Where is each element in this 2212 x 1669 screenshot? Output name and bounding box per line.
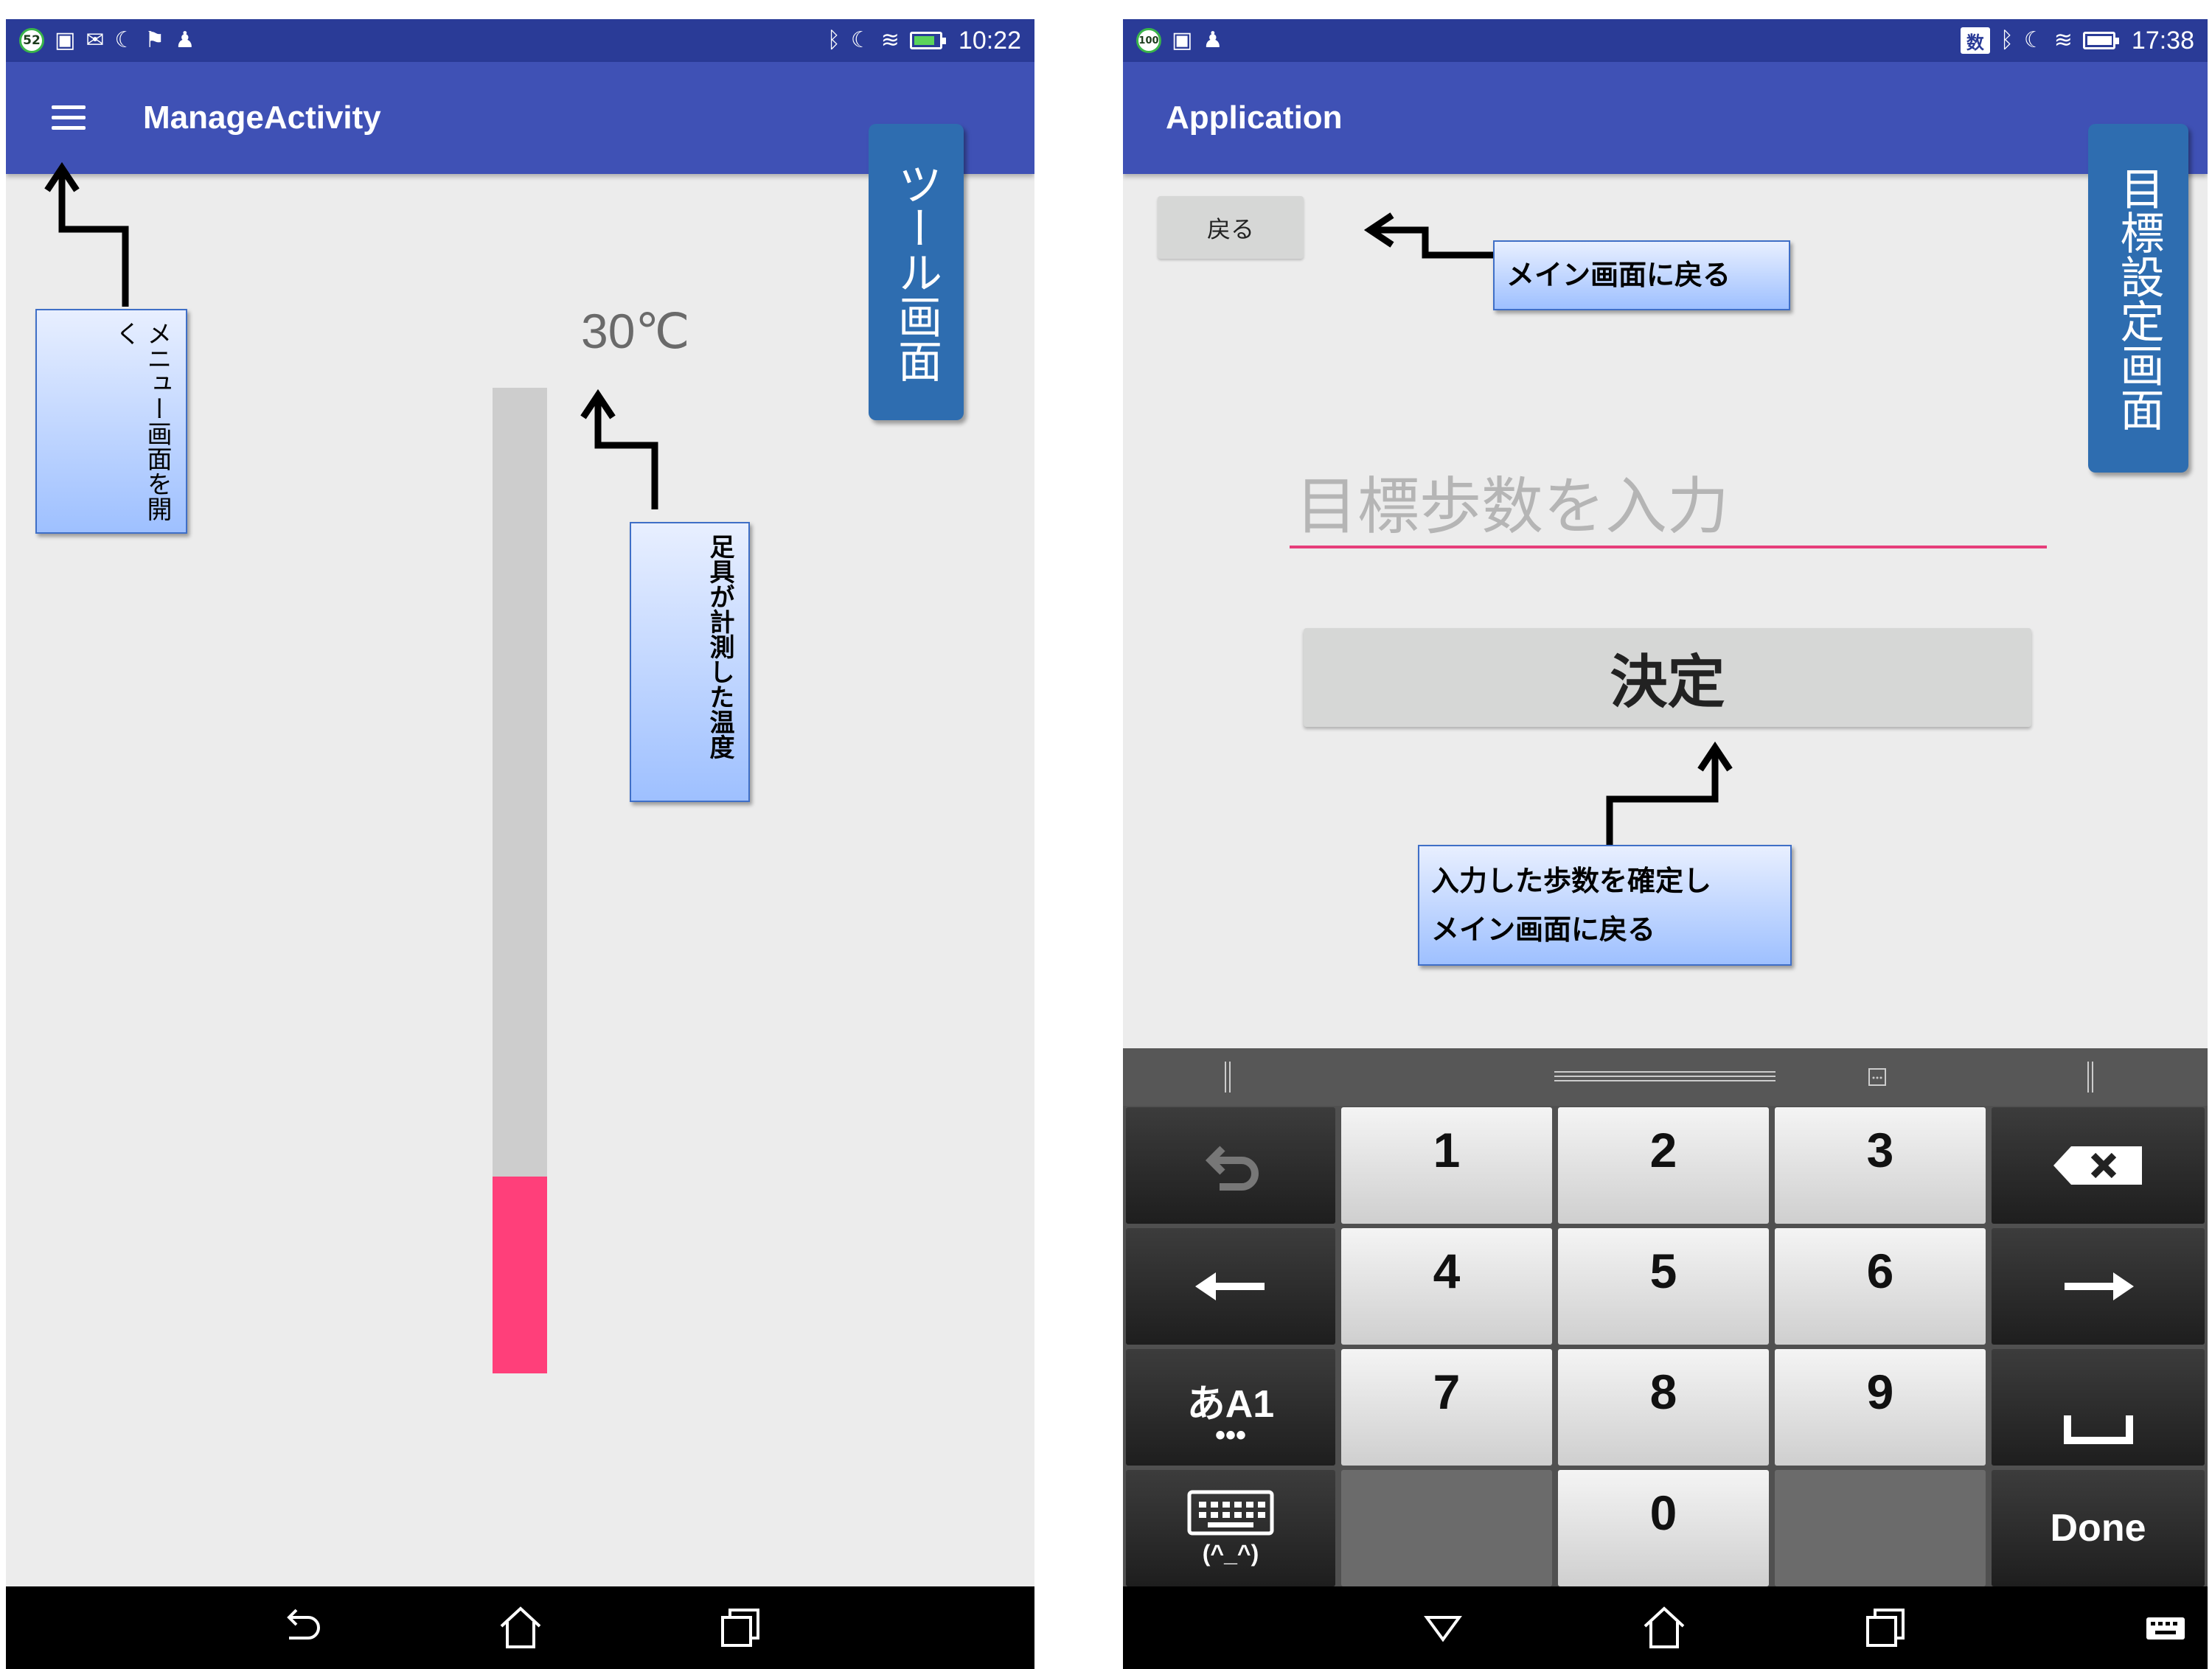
temperature-callout: 足具が計測した温度 bbox=[630, 522, 750, 802]
android-icon: ♟ bbox=[175, 27, 195, 53]
temperature-readout: 30℃ bbox=[581, 304, 690, 358]
space-key[interactable] bbox=[1992, 1349, 2205, 1466]
right-arrow-icon bbox=[2064, 1272, 2134, 1300]
key-3[interactable]: 3 bbox=[1775, 1107, 1986, 1224]
more-dots-icon: ••• bbox=[1214, 1418, 1246, 1452]
confirm-callout-line1: 入力した歩数を確定し bbox=[1431, 865, 1712, 897]
key-7[interactable]: 7 bbox=[1341, 1349, 1552, 1466]
wifi-icon: ≋ bbox=[2053, 27, 2073, 53]
screen-label: 目標設定画面 bbox=[2088, 124, 2188, 473]
keyboard-icon[interactable] bbox=[2140, 1603, 2191, 1653]
keyboard-menu-icon[interactable] bbox=[1868, 1067, 1887, 1087]
backspace-key[interactable] bbox=[1992, 1107, 2205, 1224]
key-1[interactable]: 1 bbox=[1341, 1107, 1552, 1224]
key-2[interactable]: 2 bbox=[1558, 1107, 1769, 1224]
app-title: Application bbox=[1166, 100, 1343, 136]
navigation-bar bbox=[1123, 1586, 2208, 1669]
backspace-icon bbox=[2053, 1146, 2142, 1185]
moon-icon: ☾ bbox=[114, 27, 135, 53]
blank-key bbox=[1341, 1470, 1552, 1586]
confirm-callout: 入力した歩数を確定し メイン画面に戻る bbox=[1418, 845, 1792, 966]
menu-callout: メニュー画面を開く bbox=[35, 309, 187, 534]
keyboard-toolbar bbox=[1123, 1048, 2208, 1106]
input-mode-key[interactable]: あA1 ••• bbox=[1126, 1349, 1335, 1466]
status-time: 10:22 bbox=[958, 26, 1021, 55]
space-icon bbox=[2063, 1415, 2133, 1444]
temperature-bar bbox=[493, 388, 547, 1373]
bluetooth-icon: ᛒ bbox=[2000, 27, 2014, 53]
flag-icon: ⚑ bbox=[145, 27, 165, 53]
recents-icon[interactable] bbox=[1860, 1603, 1910, 1653]
status-bar: 100 ▣ ♟ 数 ᛒ ☾ ≋ 17:38 bbox=[1123, 19, 2208, 62]
moon-icon: ☾ bbox=[850, 27, 871, 53]
keyboard-mode-indicator: 数 bbox=[1960, 27, 1990, 54]
keyboard-emoji-icon bbox=[1187, 1490, 1274, 1535]
blank-key bbox=[1775, 1470, 1986, 1586]
cursor-left-key[interactable] bbox=[1126, 1228, 1335, 1345]
target-steps-input[interactable] bbox=[1290, 467, 2047, 548]
battery-icon bbox=[2082, 32, 2119, 49]
numeric-keyboard: 1 2 3 4 5 6 あA1 ••• 7 8 9 (^_^) 0 Done bbox=[1123, 1048, 2208, 1586]
notification-count-badge: 52 bbox=[19, 28, 44, 53]
key-5[interactable]: 5 bbox=[1558, 1228, 1769, 1345]
undo-icon bbox=[1205, 1146, 1259, 1191]
image-icon: ▣ bbox=[55, 27, 76, 53]
android-icon: ♟ bbox=[1203, 27, 1223, 53]
key-6[interactable]: 6 bbox=[1775, 1228, 1986, 1345]
mail-icon: ✉ bbox=[86, 27, 105, 53]
left-arrow-icon bbox=[1195, 1272, 1265, 1300]
navigation-bar bbox=[6, 1586, 1034, 1669]
cursor-right-key[interactable] bbox=[1992, 1228, 2205, 1345]
screen-label: ツール画面 bbox=[869, 124, 964, 420]
goal-setting-screen: 100 ▣ ♟ 数 ᛒ ☾ ≋ 17:38 Application 目標設定画面… bbox=[1123, 19, 2208, 1669]
back-triangle-icon[interactable] bbox=[1418, 1603, 1468, 1653]
back-icon[interactable] bbox=[276, 1603, 326, 1653]
tool-screen: 52 ▣ ✉ ☾ ⚑ ♟ ᛒ ☾ ≋ 10:22 ManageActivity … bbox=[6, 19, 1034, 1669]
key-0[interactable]: 0 bbox=[1558, 1470, 1769, 1586]
image-icon: ▣ bbox=[1172, 27, 1193, 53]
moon-icon: ☾ bbox=[2023, 27, 2044, 53]
key-8[interactable]: 8 bbox=[1558, 1349, 1769, 1466]
notification-count-badge: 100 bbox=[1136, 28, 1161, 53]
app-bar: Application bbox=[1123, 62, 2208, 174]
hamburger-icon[interactable] bbox=[52, 103, 86, 133]
resize-handle-icon[interactable] bbox=[2083, 1057, 2098, 1097]
emoticon-label: (^_^) bbox=[1202, 1539, 1259, 1567]
home-icon[interactable] bbox=[1639, 1603, 1689, 1653]
key-4[interactable]: 4 bbox=[1341, 1228, 1552, 1345]
done-key[interactable]: Done bbox=[1992, 1470, 2205, 1586]
resize-handle-icon[interactable] bbox=[1220, 1057, 1235, 1097]
key-9[interactable]: 9 bbox=[1775, 1349, 1986, 1466]
undo-key[interactable] bbox=[1126, 1107, 1335, 1224]
home-icon[interactable] bbox=[495, 1603, 546, 1653]
app-title: ManageActivity bbox=[143, 100, 381, 136]
confirm-callout-line2: メイン画面に戻る bbox=[1431, 913, 1656, 946]
status-time: 17:38 bbox=[2131, 26, 2194, 55]
keyboard-switch-key[interactable]: (^_^) bbox=[1126, 1470, 1335, 1586]
recents-icon[interactable] bbox=[715, 1603, 765, 1653]
confirm-button[interactable]: 決定 bbox=[1304, 628, 2031, 727]
status-bar: 52 ▣ ✉ ☾ ⚑ ♟ ᛒ ☾ ≋ 10:22 bbox=[6, 19, 1034, 62]
back-callout: メイン画面に戻る bbox=[1493, 240, 1790, 310]
bluetooth-icon: ᛒ bbox=[827, 27, 841, 53]
wifi-icon: ≋ bbox=[880, 27, 900, 53]
temperature-bar-fill bbox=[493, 1176, 547, 1373]
back-button[interactable]: 戻る bbox=[1158, 196, 1304, 259]
drag-handle-icon[interactable] bbox=[1554, 1066, 1775, 1088]
battery-charging-icon bbox=[909, 32, 946, 49]
